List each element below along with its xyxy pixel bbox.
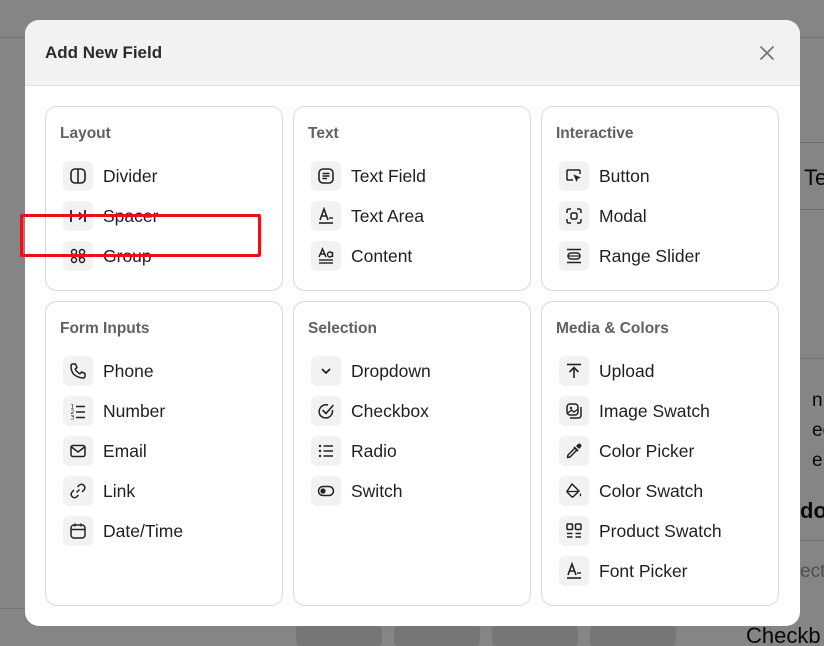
field-option-label: Radio [351, 440, 397, 461]
field-option-link[interactable]: Link [63, 475, 267, 507]
modal-header: Add New Field [25, 20, 800, 86]
category-title: Form Inputs [60, 320, 150, 337]
modal-title: Add New Field [45, 42, 163, 62]
field-option-label: Color Picker [599, 440, 695, 461]
field-option-text-field[interactable]: Text Field [311, 160, 515, 192]
field-option-label: Phone [103, 360, 154, 381]
text-area-icon [311, 201, 341, 231]
field-option-label: Button [599, 165, 650, 186]
field-option-color-picker[interactable]: Color Picker [559, 435, 763, 467]
field-option-content[interactable]: Content [311, 240, 515, 272]
chevron-down-icon [311, 356, 341, 386]
category-card-text: Text Text Field Text Area Content [293, 106, 531, 291]
field-option-modal[interactable]: Modal [559, 200, 763, 232]
mail-icon [63, 436, 93, 466]
field-option-radio[interactable]: Radio [311, 435, 515, 467]
columns-icon [63, 161, 93, 191]
field-option-label: Content [351, 245, 413, 266]
category-card-media-colors: Media & Colors Upload Image Swatch Color… [541, 301, 779, 606]
field-option-label: Checkbox [351, 400, 429, 421]
field-option-label: Dropdown [351, 360, 431, 381]
field-option-dropdown[interactable]: Dropdown [311, 355, 515, 387]
product-swatch-icon [559, 516, 589, 546]
number-list-icon: 123 [63, 396, 93, 426]
list-icon [311, 436, 341, 466]
field-option-divider[interactable]: Divider [63, 160, 267, 192]
font-icon [559, 556, 589, 586]
field-option-label: Upload [599, 360, 655, 381]
field-option-label: Color Swatch [599, 480, 704, 501]
toggle-icon [311, 476, 341, 506]
calendar-icon [63, 516, 93, 546]
close-icon [760, 46, 774, 60]
field-option-label: Font Picker [599, 560, 688, 581]
phone-icon [63, 356, 93, 386]
range-slider-icon [559, 241, 589, 271]
field-option-phone[interactable]: Phone [63, 355, 267, 387]
field-option-label: Text Field [351, 165, 426, 186]
link-icon [63, 476, 93, 506]
field-option-label: Product Swatch [599, 520, 722, 541]
modal-icon [559, 201, 589, 231]
field-option-label: Link [103, 480, 136, 501]
svg-text:3: 3 [71, 415, 75, 421]
eyedropper-icon [559, 436, 589, 466]
check-circle-icon [311, 396, 341, 426]
field-option-label: Number [103, 400, 166, 421]
field-option-color-swatch[interactable]: Color Swatch [559, 475, 763, 507]
field-option-number[interactable]: 123 Number [63, 395, 267, 427]
category-title: Selection [308, 320, 377, 337]
field-option-label: Modal [599, 205, 647, 226]
field-option-font-picker[interactable]: Font Picker [559, 555, 763, 587]
category-card-selection: Selection Dropdown Checkbox Radio Switch [293, 301, 531, 606]
upload-icon [559, 356, 589, 386]
field-option-label: Range Slider [599, 245, 701, 266]
category-title: Interactive [556, 125, 634, 142]
field-option-switch[interactable]: Switch [311, 475, 515, 507]
category-title: Text [308, 125, 339, 142]
field-option-label: Image Swatch [599, 400, 710, 421]
text-field-icon [311, 161, 341, 191]
close-button[interactable] [756, 42, 778, 64]
field-option-date-time[interactable]: Date/Time [63, 515, 267, 547]
field-option-label: Divider [103, 165, 158, 186]
category-title: Layout [60, 125, 111, 142]
field-option-image-swatch[interactable]: Image Swatch [559, 395, 763, 427]
field-option-checkbox[interactable]: Checkbox [311, 395, 515, 427]
selection-highlight [20, 214, 261, 257]
field-option-text-area[interactable]: Text Area [311, 200, 515, 232]
field-option-email[interactable]: Email [63, 435, 267, 467]
field-option-product-swatch[interactable]: Product Swatch [559, 515, 763, 547]
category-card-form-inputs: Form Inputs Phone 123 Number Email Link … [45, 301, 283, 606]
field-option-label: Date/Time [103, 520, 184, 541]
category-card-interactive: Interactive Button Modal Range Slider [541, 106, 779, 291]
cursor-click-icon [559, 161, 589, 191]
field-option-label: Email [103, 440, 147, 461]
field-option-button[interactable]: Button [559, 160, 763, 192]
image-swatch-icon [559, 396, 589, 426]
field-option-label: Text Area [351, 205, 424, 226]
field-option-upload[interactable]: Upload [559, 355, 763, 387]
category-card-layout: Layout Divider Spacer Group [45, 106, 283, 291]
field-option-range-slider[interactable]: Range Slider [559, 240, 763, 272]
field-option-label: Switch [351, 480, 403, 501]
add-field-modal: Add New Field Layout Divider Spacer Grou… [25, 20, 800, 626]
paint-bucket-icon [559, 476, 589, 506]
category-title: Media & Colors [556, 320, 669, 337]
content-icon [311, 241, 341, 271]
